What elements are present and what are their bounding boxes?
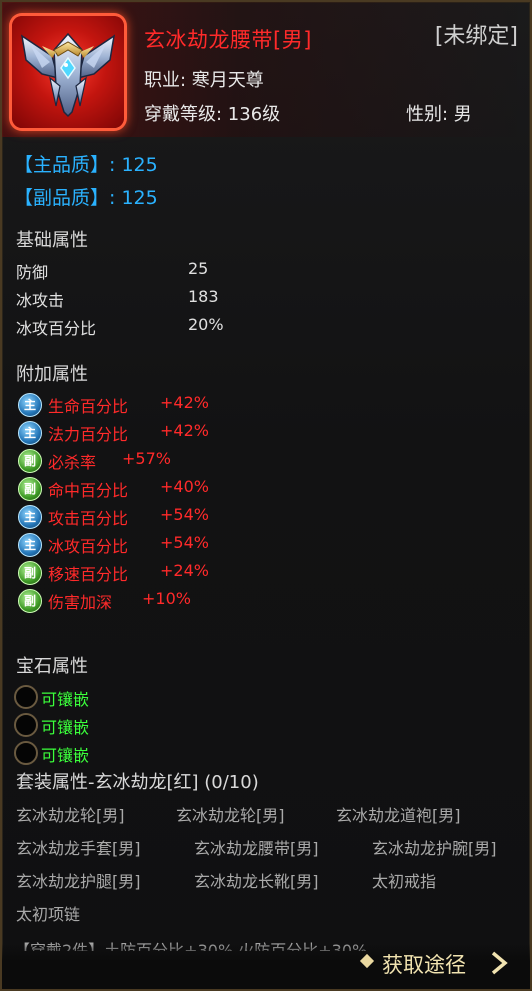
extra-attr-value: +54% bbox=[160, 533, 209, 552]
tooltip-footer: 获取途径 bbox=[2, 943, 530, 989]
extra-attr-value: +57% bbox=[122, 449, 171, 468]
item-title: 玄冰劫龙腰带[男] bbox=[144, 28, 312, 52]
acquire-source-label: 获取途径 bbox=[382, 953, 466, 977]
diamond-bullet-icon bbox=[359, 953, 375, 969]
set-item: 太初戒指 bbox=[372, 872, 437, 891]
base-attr-name: 冰攻击 bbox=[16, 291, 65, 310]
extra-attr-name: 冰攻百分比 bbox=[48, 537, 129, 556]
set-item: 玄冰劫龙道袍[男] bbox=[336, 806, 461, 825]
item-job: 职业: 寒月天尊 bbox=[144, 70, 264, 91]
extra-attr-value: +24% bbox=[160, 561, 209, 580]
bind-status: [未绑定] bbox=[434, 24, 518, 49]
base-attr-value: 20% bbox=[188, 315, 224, 334]
set-item: 玄冰劫龙长靴[男] bbox=[194, 872, 319, 891]
set-attrs-title: 套装属性-玄冰劫龙[红] (0/10) bbox=[16, 772, 259, 793]
extra-attr-value: +10% bbox=[142, 589, 191, 608]
main-quality-badge-icon: 主 bbox=[18, 393, 42, 417]
gem-slot-label: 可镶嵌 bbox=[41, 718, 90, 737]
extra-attr-name: 必杀率 bbox=[48, 453, 97, 472]
gem-socket-icon bbox=[14, 685, 38, 709]
item-level: 穿戴等级: 136级 bbox=[144, 104, 281, 125]
gem-slot-label: 可镶嵌 bbox=[41, 690, 90, 709]
extra-attr-name: 攻击百分比 bbox=[48, 509, 129, 528]
base-attr-row: 冰攻击 183 bbox=[16, 287, 219, 311]
item-tooltip-panel: 玄冰劫龙腰带[男] [未绑定] 职业: 寒月天尊 穿戴等级: 136级 性别: … bbox=[0, 0, 532, 991]
item-gender: 性别: 男 bbox=[406, 104, 472, 125]
extra-attr-name: 生命百分比 bbox=[48, 397, 129, 416]
extra-attr-value: +54% bbox=[160, 505, 209, 524]
sub-quality-badge-icon: 副 bbox=[18, 589, 42, 613]
sub-quality: 【副品质】: 125 bbox=[14, 187, 158, 209]
gem-attrs-title: 宝石属性 bbox=[16, 656, 88, 677]
gem-slot-label: 可镶嵌 bbox=[41, 746, 90, 765]
base-attr-name: 防御 bbox=[16, 263, 49, 282]
sub-quality-badge-icon: 副 bbox=[18, 477, 42, 501]
main-quality-badge-icon: 主 bbox=[18, 421, 42, 445]
set-item: 玄冰劫龙护腕[男] bbox=[372, 839, 497, 858]
set-item: 玄冰劫龙轮[男] bbox=[16, 806, 125, 825]
main-quality: 【主品质】: 125 bbox=[14, 154, 158, 176]
set-item: 玄冰劫龙轮[男] bbox=[176, 806, 285, 825]
sub-quality-badge-icon: 副 bbox=[18, 561, 42, 585]
main-quality-badge-icon: 主 bbox=[18, 533, 42, 557]
extra-attr-name: 移速百分比 bbox=[48, 565, 129, 584]
base-attr-value: 183 bbox=[188, 287, 219, 306]
extra-attr-name: 命中百分比 bbox=[48, 481, 129, 500]
sub-quality-badge-icon: 副 bbox=[18, 449, 42, 473]
base-attr-name: 冰攻百分比 bbox=[16, 319, 97, 338]
set-item: 玄冰劫龙护腿[男] bbox=[16, 872, 141, 891]
acquire-source-button[interactable]: 获取途径 bbox=[359, 949, 512, 979]
extra-attr-name: 伤害加深 bbox=[48, 593, 113, 612]
set-item: 太初项链 bbox=[16, 905, 81, 924]
base-attr-row: 冰攻百分比 20% bbox=[16, 315, 224, 339]
extra-attr-value: +40% bbox=[160, 477, 209, 496]
base-attr-row: 防御 25 bbox=[16, 259, 208, 283]
gem-socket-icon bbox=[14, 713, 38, 737]
gem-socket-icon bbox=[14, 741, 38, 765]
extra-attr-name: 法力百分比 bbox=[48, 425, 129, 444]
belt-crest-icon bbox=[20, 32, 116, 118]
extra-attrs-title: 附加属性 bbox=[16, 364, 88, 385]
item-icon-frame bbox=[12, 16, 124, 128]
set-item: 玄冰劫龙手套[男] bbox=[16, 839, 141, 858]
base-attr-value: 25 bbox=[188, 259, 209, 278]
extra-attr-value: +42% bbox=[160, 393, 209, 412]
extra-attr-value: +42% bbox=[160, 421, 209, 440]
chevron-right-icon bbox=[491, 951, 508, 975]
set-item: 玄冰劫龙腰带[男] bbox=[194, 839, 319, 858]
main-quality-badge-icon: 主 bbox=[18, 505, 42, 529]
base-attrs-title: 基础属性 bbox=[16, 230, 88, 251]
